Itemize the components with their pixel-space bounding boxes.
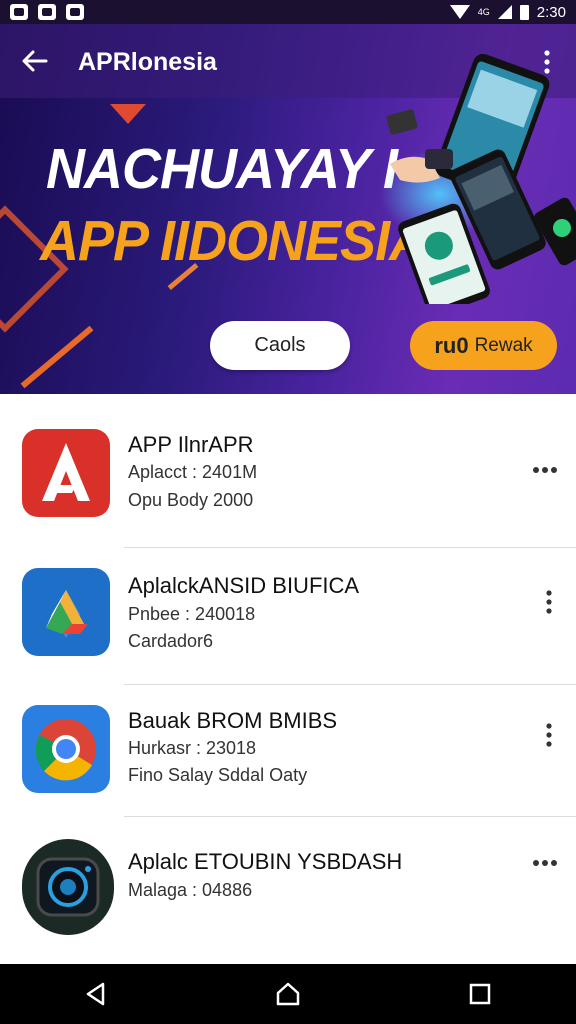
notification-icon-3 (66, 4, 84, 20)
app-list: APP IlnrAPR Aplacct : 2401M Opu Body 200… (0, 394, 576, 964)
app-detail-1: Malaga : 04886 (128, 880, 253, 900)
chrome-icon (22, 705, 110, 793)
app-detail-1: Aplacct : 2401M (128, 462, 258, 482)
drive-triangle-icon (22, 568, 110, 656)
notification-icon-2 (38, 4, 56, 20)
home-icon (276, 982, 300, 1006)
list-item[interactable]: AplalckANSID BIUFICA Pnbee : 240018 Card… (0, 548, 576, 686)
list-item[interactable]: Aplalc ETOUBIN YSBDASH Malaga : 04886 (0, 817, 576, 955)
arrow-back-icon (22, 50, 48, 72)
more-vertical-button[interactable] (531, 717, 567, 753)
more-vert-icon (546, 723, 552, 747)
signal-icon (497, 5, 512, 19)
battery-icon (519, 4, 529, 20)
list-item[interactable]: APP IlnrAPR Aplacct : 2401M Opu Body 200… (0, 394, 576, 532)
banner-headline-1: NACHUAYAY I (46, 137, 398, 201)
wifi-icon (449, 5, 470, 19)
notification-icon-1 (10, 4, 28, 20)
nav-back-icon (86, 982, 105, 1006)
page-title: APRlonesia (78, 48, 217, 76)
network-type: 4G (477, 7, 490, 17)
app-detail-2: Opu Body 2000 (128, 490, 254, 510)
app-name: AplalckANSID BIUFICA (128, 573, 360, 598)
app-detail-1: Pnbee : 240018 (128, 604, 256, 624)
app-name: APP IlnrAPR (128, 432, 254, 457)
nav-recents-button[interactable] (460, 974, 500, 1014)
app-name: Bauak BROM BMIBS (128, 708, 338, 733)
phones-illustration (380, 54, 576, 304)
promo-banner: APRlonesia NACHUAYAY I APP IIDONESIA Cao… (0, 24, 576, 394)
more-horiz-icon (533, 467, 557, 473)
more-horiz-icon (533, 860, 557, 866)
more-vertical-button[interactable] (531, 584, 567, 620)
status-time: 2:30 (536, 3, 566, 21)
decorative-triangle (110, 104, 146, 124)
nav-home-button[interactable] (268, 974, 308, 1014)
notification-icons (10, 4, 84, 20)
navigation-bar (0, 964, 576, 1024)
list-item[interactable]: Bauak BROM BMIBS Hurkasr : 23018 Fino Sa… (0, 685, 576, 823)
status-bar: 4G 2:30 (0, 0, 576, 24)
adobe-a-icon (22, 429, 110, 517)
rewak-label: Rewak (474, 334, 533, 356)
recents-icon (469, 983, 491, 1005)
app-name: Aplalc ETOUBIN YSBDASH (128, 849, 403, 874)
camera-lens-icon (22, 839, 114, 935)
more-vert-icon (546, 590, 552, 614)
app-detail-1: Hurkasr : 23018 (128, 738, 257, 758)
rewak-glyph: ru0 (434, 332, 469, 358)
app-detail-2: Cardador6 (128, 631, 214, 651)
more-horizontal-button[interactable] (528, 845, 564, 881)
more-horizontal-button[interactable] (528, 452, 564, 488)
rewak-button[interactable]: ru0 Rewak (410, 321, 557, 370)
nav-back-button[interactable] (76, 974, 116, 1014)
app-detail-2: Fino Salay Sddal Oaty (128, 765, 308, 785)
caols-button[interactable]: Caols (210, 321, 350, 370)
decorative-stripe (20, 325, 94, 389)
back-button[interactable] (20, 46, 50, 76)
